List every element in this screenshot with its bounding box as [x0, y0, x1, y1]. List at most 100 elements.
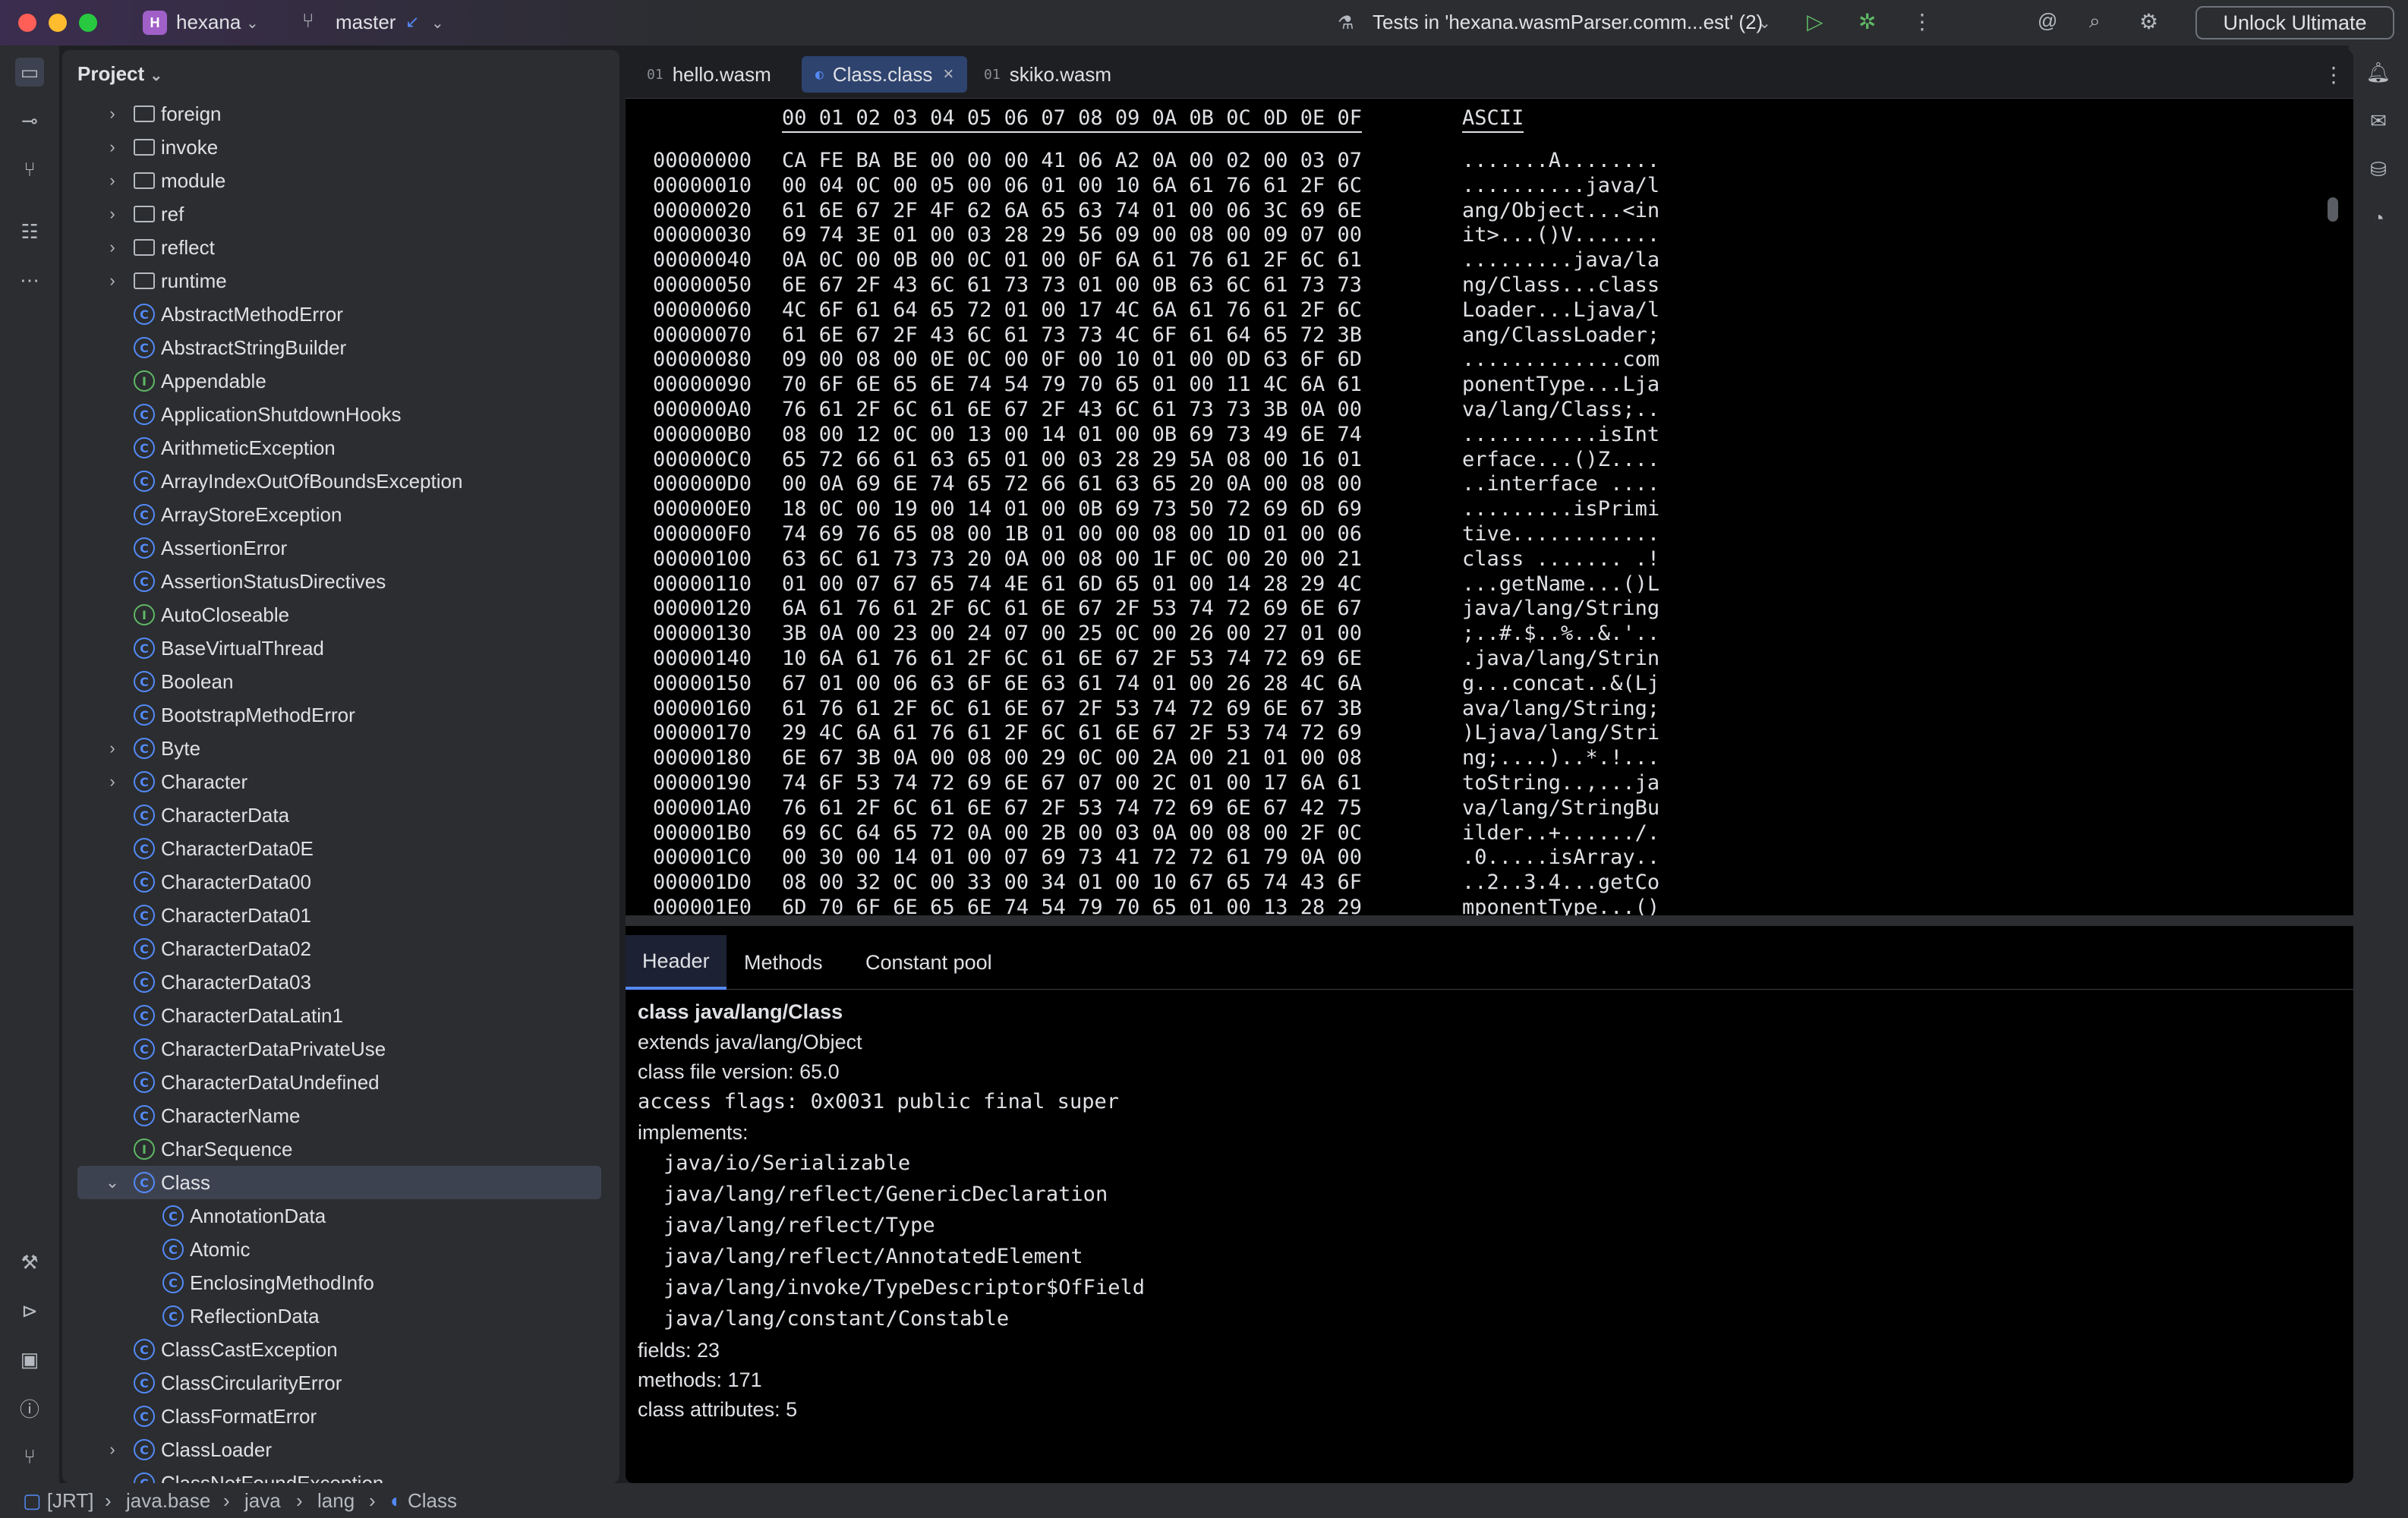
pull-requests-icon[interactable]: ⑂ — [15, 155, 44, 184]
settings-gear-icon[interactable]: ⚙ — [2139, 9, 2158, 34]
tree-class-item[interactable]: C CharacterDataUndefined — [77, 1066, 601, 1099]
breadcrumb-class[interactable]: ◐ Class — [390, 1489, 457, 1513]
tree-class-item[interactable]: C BaseVirtualThread — [77, 631, 601, 665]
tree-class-item[interactable]: C Boolean — [77, 665, 601, 698]
tree-class-item[interactable]: I AutoCloseable — [77, 598, 601, 631]
unlock-ultimate-button[interactable]: Unlock Ultimate — [2195, 6, 2394, 39]
tab-methods[interactable]: Methods — [727, 935, 840, 990]
database-icon[interactable]: ⛁ — [2364, 155, 2393, 184]
problems-tool-icon[interactable]: ⓘ — [15, 1394, 44, 1422]
chevron-right-icon[interactable]: › — [105, 271, 120, 291]
project-name[interactable]: hexana — [176, 11, 241, 34]
tree-folder-item[interactable]: › ref — [77, 197, 601, 231]
chevron-right-icon[interactable]: › — [105, 204, 120, 224]
services-tool-icon[interactable]: ⊳ — [15, 1296, 44, 1325]
chevron-right-icon[interactable]: › — [105, 238, 120, 257]
tree-class-item[interactable]: C ClassFormatError — [77, 1400, 601, 1433]
tree-class-item[interactable]: C CharacterData03 — [77, 965, 601, 999]
zoom-window-button[interactable] — [79, 14, 97, 32]
project-tool-icon[interactable]: ▭ — [15, 58, 44, 87]
tree-class-item[interactable]: C AnnotationData — [77, 1199, 601, 1233]
tree-class-item[interactable]: C CharacterDataPrivateUse — [77, 1032, 601, 1066]
tree-class-item[interactable]: C AbstractMethodError — [77, 298, 601, 331]
tree-class-item[interactable]: C CharacterDataLatin1 — [77, 999, 601, 1032]
chevron-down-icon[interactable]: ⌄ — [246, 14, 259, 33]
tree-class-item[interactable]: C CharacterData00 — [77, 865, 601, 899]
branch-name[interactable]: master — [336, 11, 396, 34]
tree-class-item[interactable]: C CharacterName — [77, 1099, 601, 1132]
commit-tool-icon[interactable]: ⊸ — [15, 106, 44, 135]
tree-class-item[interactable]: › C Byte — [77, 732, 601, 765]
breadcrumb-java-base[interactable]: java.base — [126, 1489, 210, 1513]
tree-folder-item[interactable]: › reflect — [77, 231, 601, 264]
hex-viewer[interactable]: 00 01 02 03 04 05 06 07 08 09 0A 0B 0C 0… — [626, 99, 2353, 964]
chevron-down-icon[interactable]: ⌄ — [431, 14, 444, 33]
split-divider[interactable] — [626, 915, 2353, 926]
tree-class-item[interactable]: C AssertionError — [77, 531, 601, 565]
breadcrumb-jrt[interactable]: ▢ [JRT] — [23, 1489, 93, 1513]
tree-class-item[interactable]: C AbstractStringBuilder — [77, 331, 601, 364]
project-panel-title[interactable]: Project ⌄ — [77, 62, 162, 86]
tree-class-item[interactable]: C CharacterData02 — [77, 932, 601, 965]
terminal-tool-icon[interactable]: ▣ — [15, 1345, 44, 1374]
tree-class-item[interactable]: C ReflectionData — [77, 1299, 601, 1333]
tree-class-item[interactable]: C CharacterData01 — [77, 899, 601, 932]
close-window-button[interactable] — [18, 14, 36, 32]
more-actions-icon[interactable]: ⋮ — [1912, 9, 1933, 34]
tab-constant-pool[interactable]: Constant pool — [849, 935, 1009, 990]
tree-folder-item[interactable]: › module — [77, 164, 601, 197]
minimize-window-button[interactable] — [49, 14, 67, 32]
debug-icon[interactable]: ✲ — [1858, 9, 1876, 34]
structure-tool-icon[interactable]: ☷ — [15, 217, 44, 246]
tab-skiko-wasm[interactable]: 01 skiko.wasm — [970, 56, 1125, 93]
search-icon[interactable]: ⌕ — [2089, 9, 2101, 33]
tab-options-icon[interactable]: ⋮ — [2309, 56, 2353, 93]
ai-chat-icon[interactable]: ✉ — [2364, 106, 2393, 135]
tree-class-item[interactable]: C ClassNotFoundException — [77, 1466, 601, 1483]
notifications-icon[interactable]: 🔔︎ — [2364, 58, 2393, 87]
gradle-icon[interactable]: ◔ — [2364, 203, 2393, 232]
tree-class-item[interactable]: C ClassCircularityError — [77, 1366, 601, 1400]
tree-class-item[interactable]: C CharacterData0E — [77, 832, 601, 865]
tree-class-item[interactable]: › C Character — [77, 765, 601, 798]
more-tools-icon[interactable]: ⋯ — [15, 266, 44, 294]
breadcrumb-lang[interactable]: lang — [317, 1489, 355, 1513]
tree-class-item[interactable]: C ApplicationShutdownHooks — [77, 398, 601, 431]
run-configuration[interactable]: Tests in 'hexana.wasmParser.comm...est' … — [1373, 11, 1763, 34]
tab-hello-wasm[interactable]: 01 hello.wasm — [633, 56, 785, 93]
tree-class-item[interactable]: C BootstrapMethodError — [77, 698, 601, 732]
breadcrumb-java[interactable]: java — [244, 1489, 281, 1513]
tree-class-item[interactable]: C EnclosingMethodInfo — [77, 1266, 601, 1299]
tree-folder-item[interactable]: › runtime — [77, 264, 601, 298]
tree-folder-item[interactable]: › foreign — [77, 97, 601, 131]
tab-header[interactable]: Header — [626, 935, 726, 990]
tab-class-class[interactable]: ◐ Class.class × — [802, 56, 968, 93]
build-tool-icon[interactable]: ⚒ — [15, 1248, 44, 1277]
ai-assistant-icon[interactable]: @ — [2038, 9, 2057, 33]
chevron-right-icon[interactable]: › — [105, 1440, 120, 1460]
tree-class-item[interactable]: C Atomic — [77, 1233, 601, 1266]
hex-scrollbar[interactable] — [2328, 197, 2338, 222]
tree-class-item[interactable]: C CharacterData — [77, 798, 601, 832]
tree-class-item[interactable]: C AssertionStatusDirectives — [77, 565, 601, 598]
chevron-right-icon[interactable]: › — [105, 137, 120, 157]
chevron-right-icon[interactable]: › — [105, 171, 120, 191]
tree-class-item[interactable]: C ClassCastException — [77, 1333, 601, 1366]
close-tab-icon[interactable]: × — [943, 64, 953, 85]
chevron-right-icon[interactable]: › — [105, 739, 120, 758]
tree-class-item[interactable]: C ArrayIndexOutOfBoundsException — [77, 465, 601, 498]
tree-class-item[interactable]: I CharSequence — [77, 1132, 601, 1166]
chevron-down-icon[interactable]: ⌄ — [1758, 14, 1771, 33]
tree-class-item[interactable]: I Appendable — [77, 364, 601, 398]
tree-folder-item[interactable]: › invoke — [77, 131, 601, 164]
project-badge[interactable]: H — [143, 11, 167, 35]
git-tool-icon[interactable]: ⑂ — [15, 1442, 44, 1471]
chevron-down-icon[interactable]: ⌄ — [105, 1173, 120, 1192]
run-icon[interactable]: ▷ — [1807, 9, 1823, 34]
chevron-right-icon[interactable]: › — [105, 772, 120, 792]
tree-class-item[interactable]: C ArithmeticException — [77, 431, 601, 465]
tree-class-item[interactable]: › C ClassLoader — [77, 1433, 601, 1466]
chevron-right-icon[interactable]: › — [105, 104, 120, 124]
tree-class-item[interactable]: ⌄ C Class — [77, 1166, 601, 1199]
tree-class-item[interactable]: C ArrayStoreException — [77, 498, 601, 531]
